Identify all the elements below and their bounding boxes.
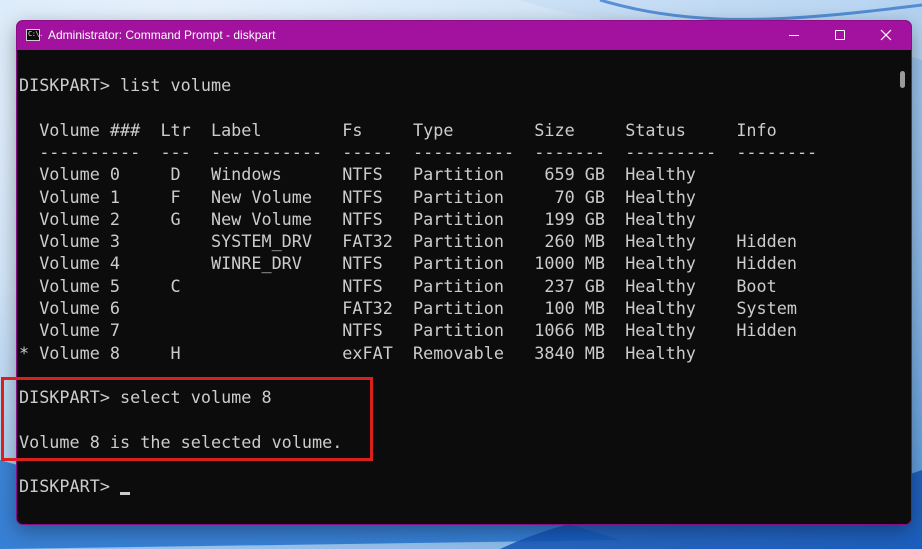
console-line: Volume ### Ltr Label Fs Type Size Status… bbox=[19, 119, 777, 140]
maximize-icon bbox=[835, 30, 845, 40]
console-line: Volume 0 D Windows NTFS Partition 659 GB… bbox=[19, 164, 696, 185]
minimize-button[interactable] bbox=[771, 21, 817, 50]
console-line: Volume 1 F New Volume NTFS Partition 70 … bbox=[19, 186, 696, 207]
console-line: * Volume 8 H exFAT Removable 3840 MB Hea… bbox=[19, 342, 696, 363]
console-line: DISKPART> list volume bbox=[19, 75, 232, 95]
app-icon-text: C:\. bbox=[28, 30, 43, 38]
close-button[interactable] bbox=[863, 21, 909, 50]
console-line: Volume 7 NTFS Partition 1066 MB Healthy … bbox=[19, 320, 797, 341]
maximize-button[interactable] bbox=[817, 21, 863, 50]
vertical-scrollbar[interactable] bbox=[895, 50, 911, 524]
console-line: Volume 3 SYSTEM_DRV FAT32 Partition 260 … bbox=[19, 231, 797, 252]
console-line: DISKPART> bbox=[19, 476, 121, 497]
text-cursor bbox=[120, 492, 130, 496]
highlight-annotation bbox=[1, 377, 373, 461]
window-title: Administrator: Command Prompt - diskpart bbox=[48, 28, 276, 42]
console-line: Volume 4 WINRE_DRV NTFS Partition 1000 M… bbox=[19, 253, 797, 274]
console-line: Volume 5 C NTFS Partition 237 GB Healthy… bbox=[19, 275, 777, 296]
title-bar[interactable]: C:\. Administrator: Command Prompt - dis… bbox=[17, 21, 911, 50]
scrollbar-thumb[interactable] bbox=[900, 71, 905, 88]
console-line: ---------- --- ----------- ----- -------… bbox=[19, 141, 818, 162]
console-line: Volume 2 G New Volume NTFS Partition 199… bbox=[19, 208, 696, 229]
minimize-icon bbox=[789, 35, 799, 36]
command-prompt-icon: C:\. bbox=[26, 29, 43, 41]
console-line: Volume 6 FAT32 Partition 100 MB Healthy … bbox=[19, 298, 797, 318]
close-icon bbox=[880, 29, 892, 41]
